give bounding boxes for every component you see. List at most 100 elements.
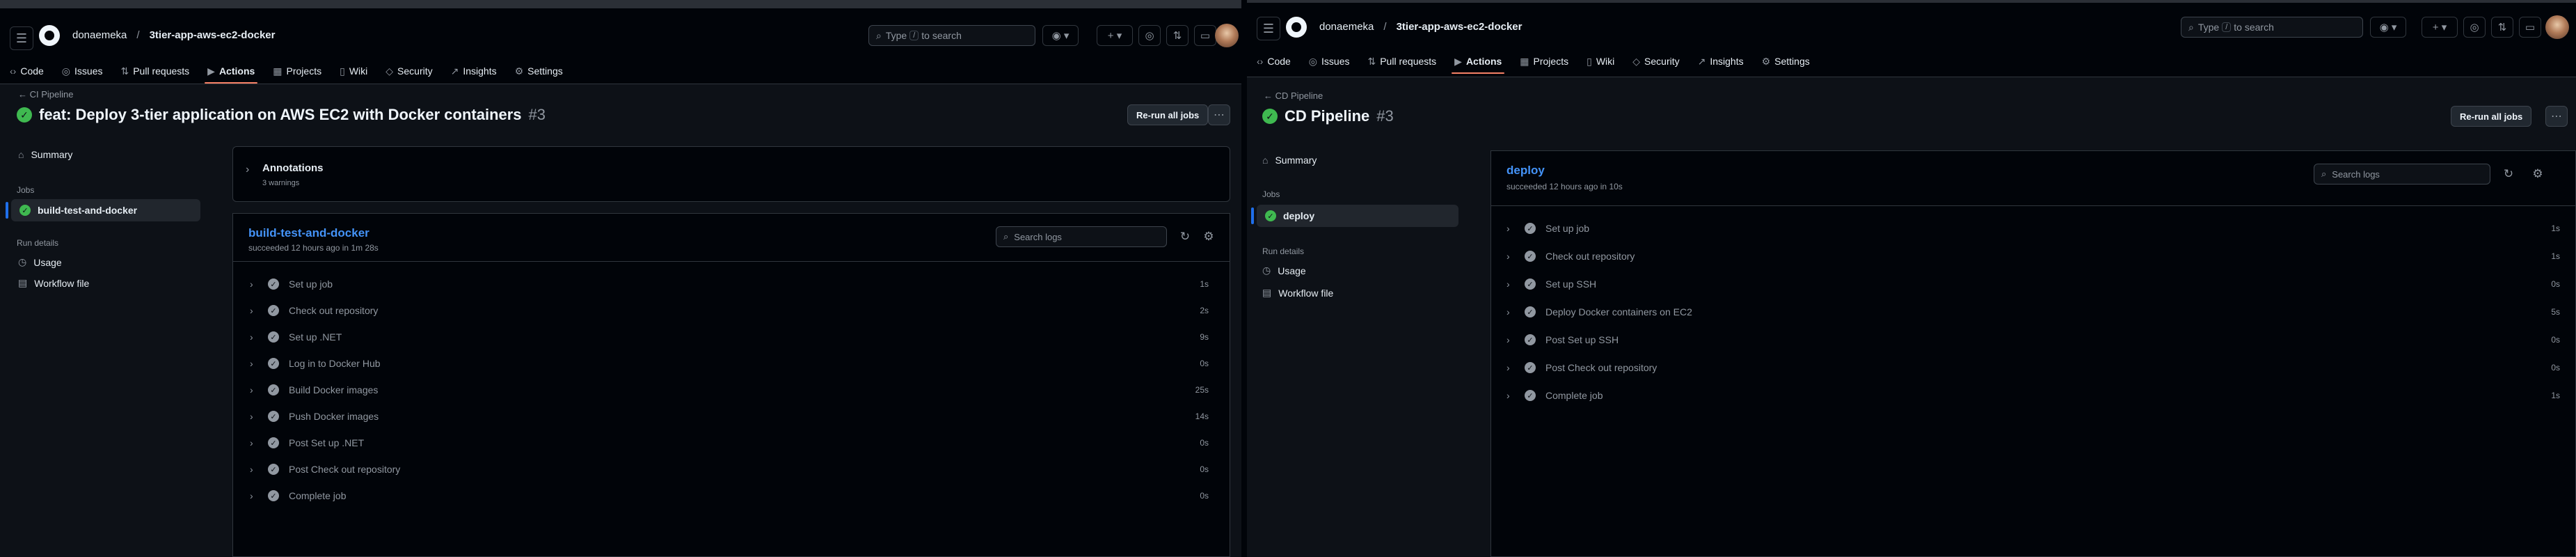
step-row[interactable]: › ✓ Set up .NET 9s [250, 324, 1209, 350]
more-options-icon[interactable]: ⋯ [2545, 106, 2568, 127]
sidebar-item-usage[interactable]: ◷ Usage [18, 256, 62, 268]
tab-wiki[interactable]: ▯ Wiki [340, 58, 367, 84]
step-row[interactable]: › ✓ Check out repository 2s [250, 297, 1209, 324]
create-new-button[interactable]: + ▾ [2422, 17, 2458, 38]
refresh-icon[interactable]: ↻ [2499, 164, 2518, 184]
inbox-button[interactable]: ▭ [1194, 25, 1216, 46]
tab-settings[interactable]: ⚙ Settings [1762, 49, 1810, 74]
menu-icon[interactable]: ☰ [10, 26, 33, 50]
gear-icon[interactable]: ⚙ [2528, 164, 2547, 184]
tab-projects[interactable]: ▦ Projects [1520, 49, 1568, 74]
repo-link[interactable]: 3tier-app-aws-ec2-docker [1397, 21, 1522, 33]
owner-link[interactable]: donaemeka [1319, 21, 1374, 33]
tab-security[interactable]: ◇ Security [1632, 49, 1679, 74]
global-search-input[interactable]: ⌕ Type / to search [2181, 17, 2363, 38]
chevron-right-icon: › [1506, 251, 1510, 262]
home-icon: ⌂ [18, 149, 24, 160]
tab-issues-label: Issues [74, 65, 103, 77]
back-to-workflow-link[interactable]: ← CI Pipeline [18, 89, 74, 100]
copilot-button[interactable]: ◉ ▾ [2370, 17, 2406, 38]
job-name[interactable]: deploy [1506, 164, 1545, 178]
sidebar-item-summary[interactable]: ⌂ Summary [1262, 155, 1317, 166]
issues-button[interactable]: ◎ [1138, 25, 1161, 46]
more-options-icon[interactable]: ⋯ [1208, 104, 1230, 125]
step-duration: 9s [1200, 332, 1209, 342]
sidebar-item-workflow-file[interactable]: ▤ Workflow file [1262, 287, 1333, 299]
chevron-right-icon: › [250, 384, 253, 395]
issues-button[interactable]: ◎ [2463, 17, 2486, 38]
tab-code[interactable]: ‹› Code [1257, 49, 1291, 74]
clock-icon: ◷ [18, 256, 27, 267]
github-logo-icon[interactable] [1286, 17, 1307, 38]
menu-icon[interactable]: ☰ [1257, 17, 1280, 40]
rerun-all-jobs-button[interactable]: Re-run all jobs [1127, 104, 1209, 125]
tab-issues[interactable]: ◎ Issues [62, 58, 103, 84]
step-duration: 1s [2551, 391, 2560, 400]
sidebar-item-usage[interactable]: ◷ Usage [1262, 265, 1306, 276]
step-row[interactable]: › ✓ Post Set up SSH 0s [1506, 327, 2560, 353]
tab-wiki[interactable]: ▯ Wiki [1587, 49, 1614, 74]
job-name[interactable]: build-test-and-docker [248, 226, 369, 240]
pull-requests-button[interactable]: ⇅ [2491, 17, 2513, 38]
search-shortcut-key: / [909, 31, 919, 40]
sidebar-item-workflow-file[interactable]: ▤ Workflow file [18, 277, 89, 289]
tab-security[interactable]: ◇ Security [385, 58, 432, 84]
owner-link[interactable]: donaemeka [72, 29, 127, 41]
tab-insights[interactable]: ↗ Insights [1698, 49, 1744, 74]
step-row[interactable]: › ✓ Post Set up .NET 0s [250, 430, 1209, 456]
tab-actions[interactable]: ▶ Actions [205, 58, 258, 84]
back-to-workflow-link[interactable]: ← CD Pipeline [1264, 91, 1323, 101]
chevron-right-icon: › [246, 164, 250, 175]
job-log-panel: deploy succeeded 12 hours ago in 10s ⌕ S… [1490, 150, 2576, 557]
global-search-input[interactable]: ⌕ Type / to search [868, 25, 1035, 46]
search-logs-input[interactable]: ⌕ Search logs [996, 226, 1167, 247]
avatar[interactable] [1215, 24, 1239, 47]
repo-header: ☰ donaemeka / 3tier-app-aws-ec2-docker ⌕… [0, 8, 1241, 84]
step-row[interactable]: › ✓ Set up SSH 0s [1506, 271, 2560, 297]
tab-pull-requests-label: Pull requests [1380, 56, 1437, 67]
tab-insights[interactable]: ↗ Insights [451, 58, 497, 84]
search-logs-input[interactable]: ⌕ Search logs [2314, 164, 2490, 185]
step-row[interactable]: › ✓ Post Check out repository 0s [1506, 354, 2560, 381]
avatar[interactable] [2545, 15, 2569, 39]
plus-icon: + ▾ [1107, 30, 1122, 42]
step-row[interactable]: › ✓ Complete job 1s [1506, 382, 2560, 409]
refresh-icon[interactable]: ↻ [1175, 227, 1195, 246]
tab-wiki-label: Wiki [1596, 56, 1615, 67]
sidebar-item-job[interactable]: ✓ deploy [1251, 205, 1458, 227]
tab-code[interactable]: ‹› Code [10, 58, 44, 84]
sidebar-item-job[interactable]: ✓ build-test-and-docker [6, 199, 200, 221]
step-row[interactable]: › ✓ Set up job 1s [250, 271, 1209, 297]
create-new-button[interactable]: + ▾ [1097, 25, 1133, 46]
step-row[interactable]: › ✓ Check out repository 1s [1506, 243, 2560, 269]
tab-projects[interactable]: ▦ Projects [273, 58, 321, 84]
step-row[interactable]: › ✓ Set up job 1s [1506, 215, 2560, 242]
inbox-button[interactable]: ▭ [2519, 17, 2541, 38]
step-row[interactable]: › ✓ Build Docker images 25s [250, 377, 1209, 403]
chevron-right-icon: › [250, 464, 253, 475]
tab-issues[interactable]: ◎ Issues [1309, 49, 1350, 74]
step-duration: 0s [1200, 359, 1209, 368]
gear-icon[interactable]: ⚙ [1199, 227, 1218, 246]
copilot-button[interactable]: ◉ ▾ [1042, 25, 1079, 46]
tab-actions[interactable]: ▶ Actions [1452, 49, 1505, 74]
repo-link[interactable]: 3tier-app-aws-ec2-docker [150, 29, 276, 41]
pull-requests-button[interactable]: ⇅ [1166, 25, 1188, 46]
success-check-icon: ✓ [1525, 223, 1536, 234]
job-status: succeeded 12 hours ago in 1m 28s [248, 243, 379, 253]
step-row[interactable]: › ✓ Log in to Docker Hub 0s [250, 350, 1209, 377]
step-row[interactable]: › ✓ Post Check out repository 0s [250, 456, 1209, 483]
step-duration: 0s [1200, 438, 1209, 448]
gear-icon: ⚙ [1761, 55, 1771, 67]
step-row[interactable]: › ✓ Deploy Docker containers on EC2 5s [1506, 299, 2560, 325]
sidebar-item-summary[interactable]: ⌂ Summary [18, 149, 72, 160]
tab-pull-requests[interactable]: ⇅ Pull requests [120, 58, 189, 84]
github-logo-icon[interactable] [39, 25, 60, 46]
book-icon: ▯ [1587, 55, 1592, 67]
tab-settings[interactable]: ⚙ Settings [515, 58, 563, 84]
annotations-panel[interactable]: › Annotations 3 warnings [232, 146, 1230, 202]
tab-pull-requests[interactable]: ⇅ Pull requests [1367, 49, 1436, 74]
rerun-all-jobs-button[interactable]: Re-run all jobs [2451, 106, 2532, 127]
step-row[interactable]: › ✓ Complete job 0s [250, 483, 1209, 509]
step-row[interactable]: › ✓ Push Docker images 14s [250, 403, 1209, 430]
